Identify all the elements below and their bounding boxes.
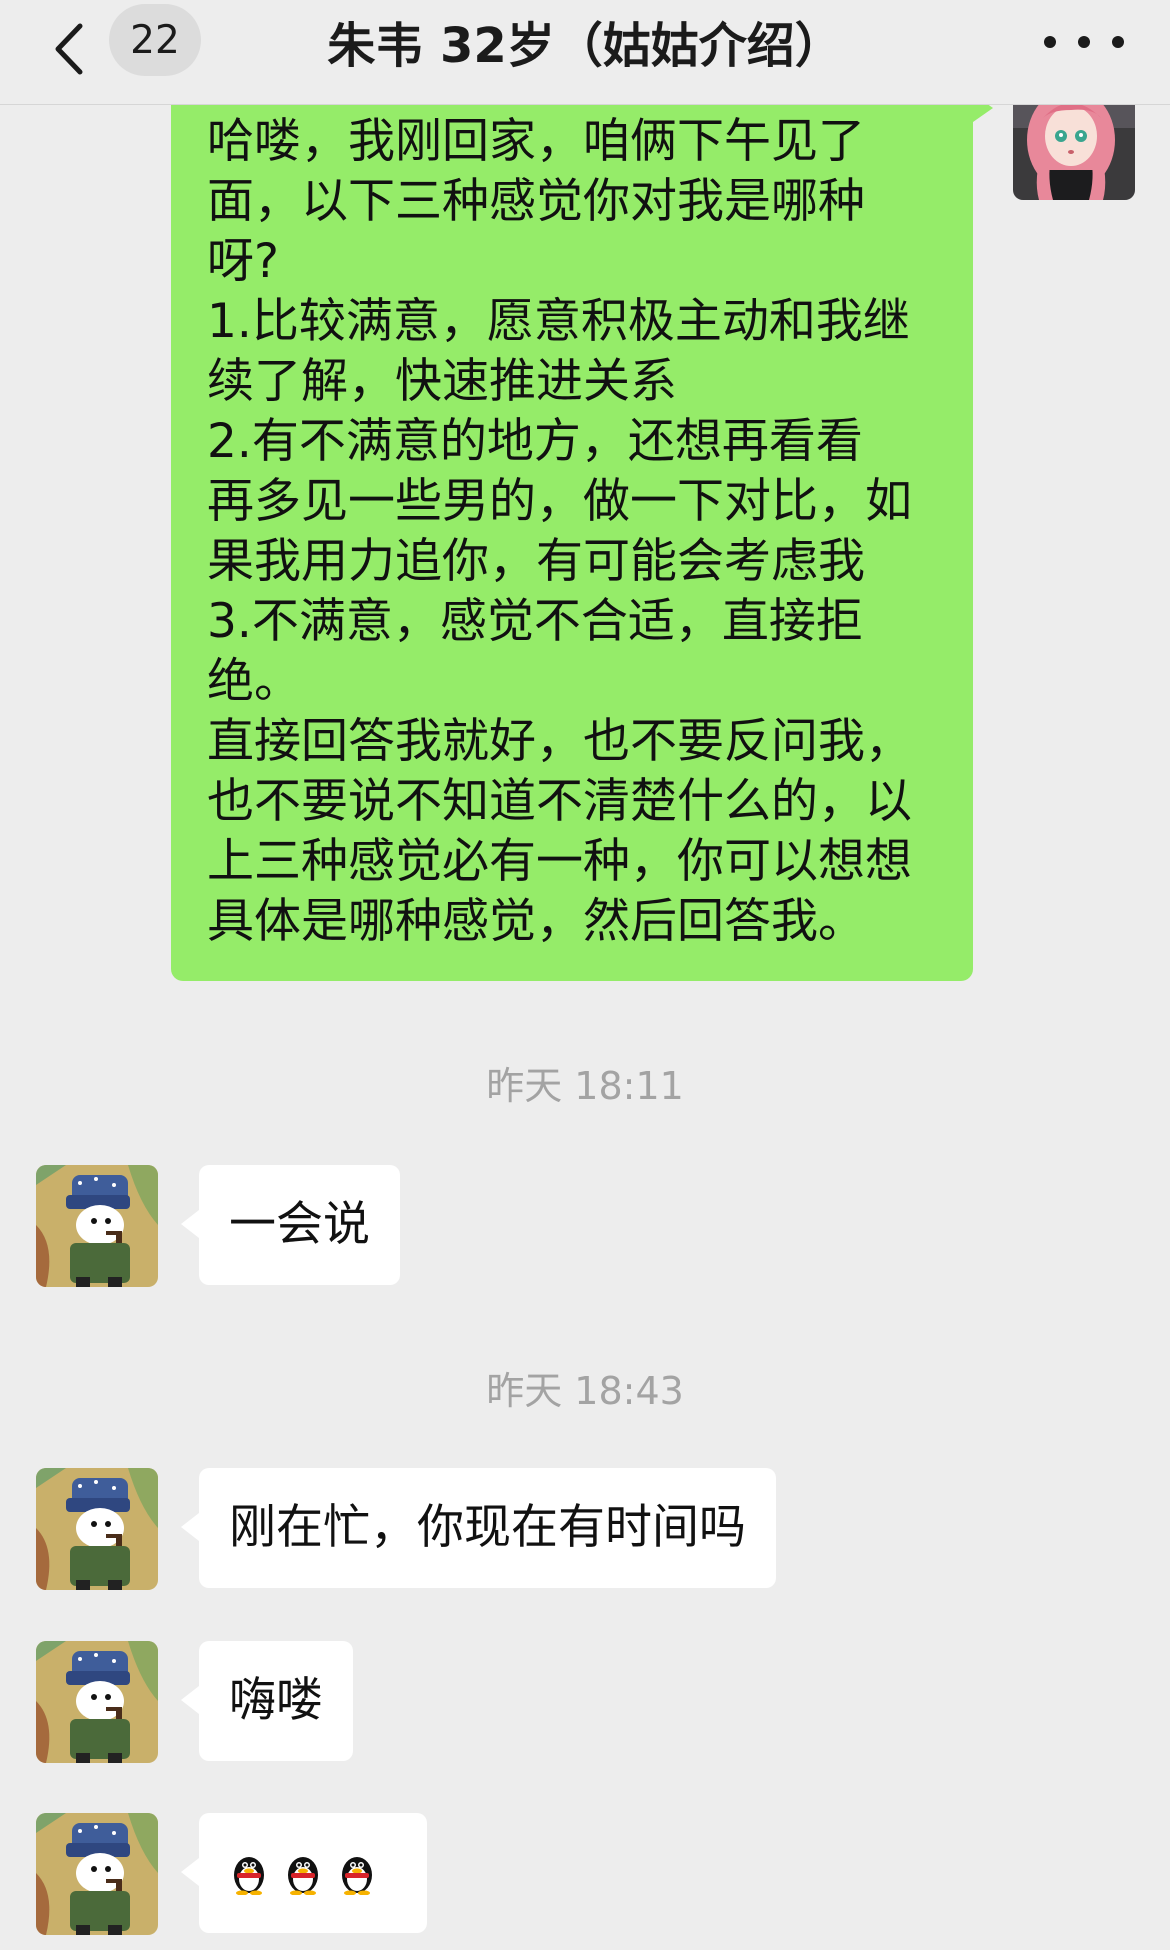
message-line: 绝。 [207,654,301,709]
pipe-man-avatar-icon [36,1468,158,1590]
chat-header: 22 朱韦 32岁（姑姑介绍） [0,0,1170,105]
timestamp: 昨天 18:11 [486,1064,684,1108]
message-line: 也不要说不知道不清楚什么的，以 [207,774,912,829]
message-line: 上三种感觉必有一种，你可以想想 [207,834,912,889]
message-line: 呀? [207,234,279,289]
chat-title: 朱韦 32岁（姑姑介绍） [327,18,843,74]
contact-avatar[interactable] [36,1165,158,1287]
contact-avatar[interactable] [36,1468,158,1590]
unread-count-badge[interactable]: 22 [109,4,201,76]
contact-avatar[interactable] [36,1641,158,1763]
penguin-icon [229,1851,269,1895]
penguin-icon [337,1851,377,1895]
more-dots-icon [1078,36,1090,48]
penguin-icon [283,1851,323,1895]
message-line: 再多见一些男的，做一下对比，如 [207,474,912,529]
timestamp: 昨天 18:43 [486,1369,684,1413]
received-message-bubble[interactable]: 刚在忙，你现在有时间吗 [181,1468,776,1588]
received-emoji-bubble[interactable] [181,1813,427,1933]
message-line: 具体是哪种感觉，然后回答我。 [207,894,865,949]
message-line: 哈喽，我刚回家，咱俩下午见了 [207,114,865,169]
pipe-man-avatar-icon [36,1165,158,1287]
sent-message-bubble[interactable]: 哈喽，我刚回家，咱俩下午见了 面，以下三种感觉你对我是哪种 呀? 1.比较满意，… [171,70,993,981]
received-message-bubble[interactable]: 嗨喽 [181,1641,353,1761]
more-button[interactable] [1044,18,1124,66]
pipe-man-avatar-icon [36,1641,158,1763]
message-line: 续了解，快速推进关系 [207,354,677,409]
chevron-left-icon [55,23,83,75]
message-line: 3.不满意，感觉不合适，直接拒 [207,594,863,649]
message-text: 刚在忙，你现在有时间吗 [229,1500,746,1555]
back-button[interactable] [38,12,98,86]
received-message-bubble[interactable]: 一会说 [181,1165,400,1285]
message-list: 哈喽，我刚回家，咱俩下午见了 面，以下三种感觉你对我是哪种 呀? 1.比较满意，… [0,0,1170,1950]
more-dots-icon [1044,36,1056,48]
emoji-row [229,1843,397,1903]
message-line: 面，以下三种感觉你对我是哪种 [207,174,865,229]
message-line: 1.比较满意，愿意积极主动和我继 [207,294,910,349]
contact-avatar[interactable] [36,1813,158,1935]
message-text: 一会说 [229,1197,370,1252]
message-line: 直接回答我就好，也不要反问我， [207,714,912,769]
message-line: 果我用力追你，有可能会考虑我 [207,534,865,589]
pipe-man-avatar-icon [36,1813,158,1935]
more-dots-icon [1112,36,1124,48]
message-line: 2.有不满意的地方，还想再看看 [207,414,863,469]
message-text: 嗨喽 [229,1673,323,1728]
